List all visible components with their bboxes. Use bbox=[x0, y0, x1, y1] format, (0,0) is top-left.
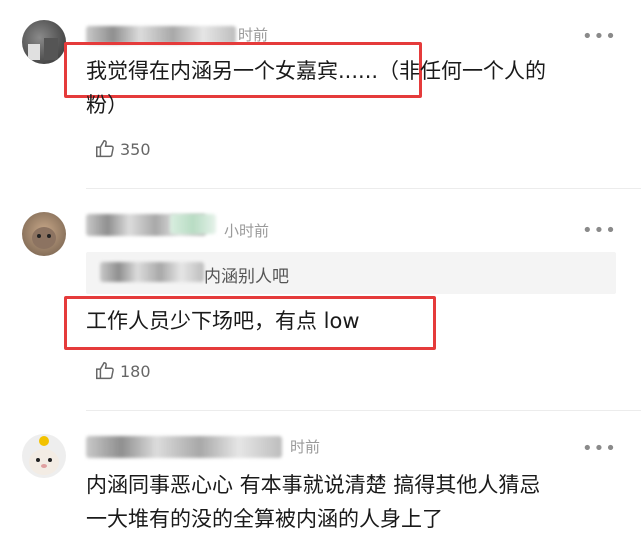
badge-redacted bbox=[170, 214, 216, 234]
timestamp: 时前 bbox=[290, 438, 321, 456]
timestamp: 小时前 bbox=[224, 222, 270, 240]
thumbs-up-icon bbox=[94, 360, 116, 382]
comment-item: 时前 ••• 内涵同事恶心心 有本事就说清楚 搞得其他人猜忌 一大堆有的没的全算… bbox=[0, 414, 641, 539]
more-dots-icon[interactable]: ••• bbox=[582, 440, 617, 458]
like-button[interactable]: 350 bbox=[94, 138, 151, 160]
like-count: 180 bbox=[120, 361, 151, 381]
quoted-username-redacted bbox=[100, 262, 204, 282]
more-dots-icon[interactable]: ••• bbox=[582, 222, 617, 240]
comment-text: 我觉得在内涵另一个女嘉宾......（非任何一个人的 bbox=[86, 59, 547, 83]
divider bbox=[86, 410, 641, 411]
avatar[interactable] bbox=[22, 434, 66, 478]
comment-item: 小时前 ••• 内涵别人吧 工作人员少下场吧，有点 low 180 bbox=[0, 190, 641, 415]
more-dots-icon[interactable]: ••• bbox=[582, 28, 617, 46]
comment-text: 粉） bbox=[86, 93, 128, 117]
comment-item: 时前 ••• 我觉得在内涵另一个女嘉宾......（非任何一个人的 粉） 350 bbox=[0, 0, 641, 190]
avatar[interactable] bbox=[22, 212, 66, 256]
divider bbox=[86, 188, 641, 189]
comment-text: 一大堆有的没的全算被内涵的人身上了 bbox=[86, 507, 443, 531]
comment-text: 工作人员少下场吧，有点 low bbox=[86, 309, 360, 333]
avatar[interactable] bbox=[22, 20, 66, 64]
like-count: 350 bbox=[120, 139, 151, 159]
quoted-text: 内涵别人吧 bbox=[204, 267, 289, 287]
thumbs-up-icon bbox=[94, 138, 116, 160]
like-button[interactable]: 180 bbox=[94, 360, 151, 382]
comment-text: 内涵同事恶心心 有本事就说清楚 搞得其他人猜忌 bbox=[86, 473, 541, 497]
username-redacted[interactable] bbox=[86, 436, 282, 458]
